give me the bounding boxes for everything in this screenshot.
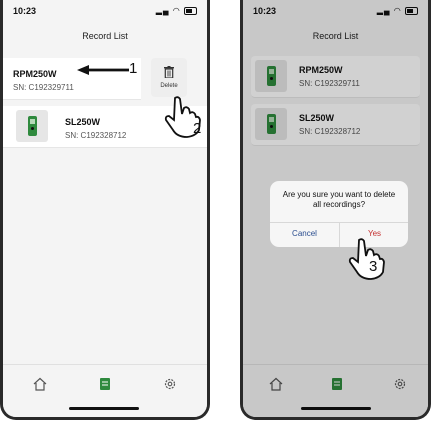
step-number-3: 3 (369, 258, 378, 275)
home-indicator (69, 407, 139, 410)
arrow-left-icon (77, 65, 129, 75)
tap-hand-icon (348, 238, 385, 280)
delete-label: Delete (160, 83, 178, 89)
home-icon[interactable] (33, 377, 47, 391)
trash-icon (164, 66, 174, 78)
signal-icon: ▂▄ (155, 6, 170, 15)
device-thumbnail (16, 110, 48, 142)
record-serial: SN: C192328712 (65, 131, 127, 140)
record-name: SL250W (65, 117, 101, 127)
battery-icon (184, 6, 197, 15)
cancel-button[interactable]: Cancel (270, 229, 339, 238)
page-title: Record List (82, 31, 128, 41)
status-bar: 10:23 ▂▄ ◠ (3, 0, 207, 22)
confirm-dialog: Are you sure you want to delete all reco… (270, 181, 408, 247)
record-name: RPM250W (13, 69, 57, 79)
dialog-message: Are you sure you want to delete all reco… (282, 190, 396, 209)
status-time: 10:23 (13, 6, 37, 16)
phone-screen-left: 10:23 ▂▄ ◠ Record List RPM250W SN: C1923… (0, 0, 210, 420)
status-icons: ▂▄ ◠ (156, 6, 197, 15)
gear-icon[interactable] (163, 377, 177, 391)
wifi-icon: ◠ (172, 6, 181, 15)
phone-screen-right: 10:23 ▂▄ ◠ Record List RPM250W SN: C1923… (240, 0, 431, 420)
meter-device-icon (28, 116, 37, 136)
step-number-1: 1 (129, 60, 138, 77)
list-icon[interactable] (98, 377, 112, 391)
tab-bar (3, 364, 207, 417)
record-serial: SN: C192329711 (13, 83, 74, 92)
delete-button[interactable]: Delete (151, 58, 187, 97)
step-number-2: 2 (193, 120, 202, 137)
